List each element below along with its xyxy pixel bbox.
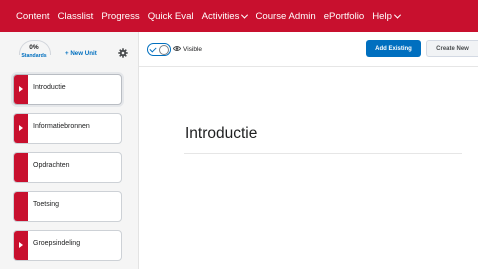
expand-arrow-icon[interactable]	[19, 125, 23, 131]
nav-classlist-label: Classlist	[57, 10, 94, 22]
chevron-down-icon	[241, 11, 249, 19]
unit-label: Groepsindeling	[33, 240, 81, 247]
nav-eportfolio[interactable]: ePortfolio	[324, 11, 365, 22]
unit-title: Introductie	[185, 125, 258, 142]
unit-label: Informatiebronnen	[33, 123, 90, 130]
nav-quick-eval-label: Quick Eval	[147, 10, 194, 22]
unit-accent-bar	[14, 153, 28, 182]
nav-help-label: Help	[372, 10, 392, 22]
visibility-label: Visible	[183, 46, 203, 53]
chevron-down-icon	[393, 11, 402, 19]
nav-help[interactable]: Help	[372, 10, 402, 22]
expand-arrow-icon[interactable]	[19, 86, 23, 92]
nav-quick-eval[interactable]: Quick Eval	[148, 11, 194, 22]
nav-progress[interactable]: Progress	[101, 11, 139, 22]
unit-content-area: Visible Add Existing Create New Introduc…	[139, 32, 478, 269]
add-existing-button[interactable]: Add Existing	[366, 40, 421, 57]
nav-content[interactable]: Content	[16, 11, 50, 22]
unit-accent-bar	[14, 192, 28, 221]
unit-card-introductie[interactable]: Introductie	[13, 74, 122, 105]
unit-label: Introductie	[33, 84, 66, 91]
content-toolbar: Visible Add Existing Create New	[139, 32, 478, 67]
nav-progress-label: Progress	[101, 10, 140, 22]
unit-card-informatiebronnen[interactable]: Informatiebronnen	[13, 113, 122, 144]
standards-progress[interactable]: 0% Standards	[17, 39, 51, 63]
nav-content-label: Content	[16, 10, 50, 22]
nav-activities[interactable]: Activities	[201, 10, 249, 22]
sidebar-toolbar: 0% Standards + New Unit	[0, 32, 138, 68]
eye-icon	[173, 46, 181, 51]
expand-arrow-icon[interactable]	[19, 242, 23, 248]
standards-percent: 0%	[29, 44, 39, 51]
unit-card-opdrachten[interactable]: Opdrachten	[13, 152, 122, 183]
unit-label: Opdrachten	[33, 162, 70, 169]
check-icon	[149, 45, 157, 53]
nav-course-admin-label: Course Admin	[255, 10, 316, 22]
unit-label: Toetsing	[33, 201, 60, 208]
toggle-knob	[159, 45, 169, 55]
nav-classlist[interactable]: Classlist	[58, 11, 94, 22]
standards-label: Standards	[21, 53, 47, 59]
course-navbar: Content Classlist Progress Quick Eval Ac…	[0, 0, 478, 32]
unit-card-groepsindeling[interactable]: Groepsindeling	[13, 230, 122, 261]
visibility-toggle[interactable]	[147, 43, 171, 56]
units-sidebar: 0% Standards + New Unit Introductie Info…	[0, 32, 139, 269]
gear-icon[interactable]	[118, 48, 128, 58]
create-new-button[interactable]: Create New	[426, 40, 478, 57]
new-unit-button[interactable]: + New Unit	[65, 50, 97, 57]
title-divider	[184, 153, 462, 154]
nav-course-admin[interactable]: Course Admin	[255, 11, 315, 22]
unit-card-toetsing[interactable]: Toetsing	[13, 191, 122, 222]
nav-activities-label: Activities	[201, 10, 240, 22]
nav-eportfolio-label: ePortfolio	[323, 10, 365, 22]
